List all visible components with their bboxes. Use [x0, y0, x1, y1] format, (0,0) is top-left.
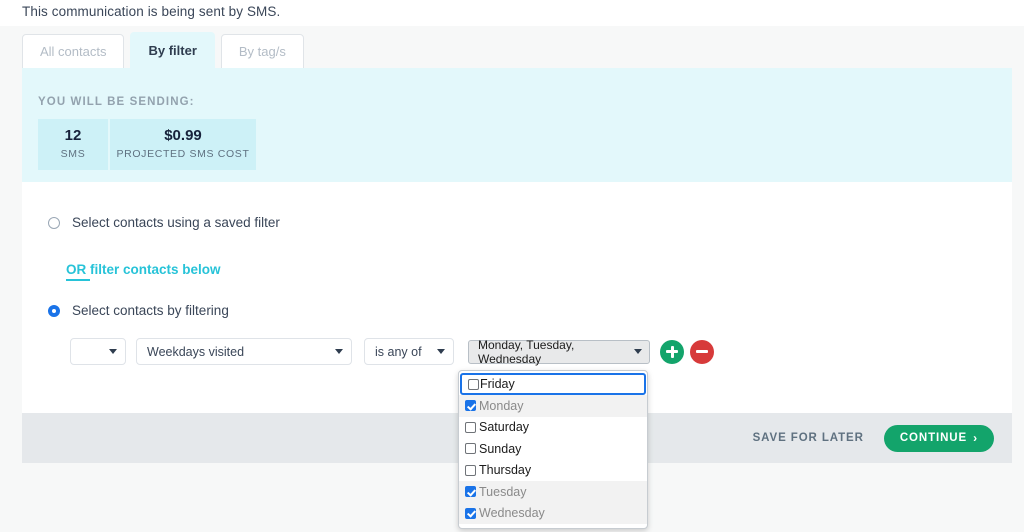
dropdown-option-tuesday[interactable]: Tuesday [459, 481, 647, 503]
dropdown-option-monday[interactable]: Monday [459, 395, 647, 417]
dropdown-option-monday-label: Monday [479, 398, 524, 413]
or-filter-contacts-link[interactable]: OR filter contacts below [66, 262, 221, 281]
tab-by-tags-label: By tag/s [238, 44, 286, 59]
dropdown-option-friday[interactable]: Friday [460, 373, 646, 395]
dropdown-option-tuesday-label: Tuesday [479, 484, 527, 499]
recipient-mode-tabs: All contacts By filter By tag/s [22, 32, 304, 69]
checkbox-icon[interactable] [468, 378, 479, 390]
option-filtering-label: Select contacts by filtering [72, 303, 229, 318]
filter-field-value: Weekdays visited [147, 344, 245, 359]
checkbox-checked-icon[interactable] [465, 507, 476, 519]
remove-filter-button[interactable] [690, 339, 714, 364]
sms-notice-text: This communication is being sent by SMS. [22, 4, 281, 19]
option-saved-filter[interactable]: Select contacts using a saved filter [48, 215, 280, 230]
filter-field-select[interactable]: Weekdays visited [136, 338, 352, 365]
add-filter-button[interactable] [660, 339, 684, 364]
checkbox-icon[interactable] [465, 464, 476, 476]
dropdown-option-wednesday-label: Wednesday [479, 506, 545, 521]
filter-values-multiselect[interactable]: Monday, Tuesday, Wednesday [468, 337, 650, 366]
chevron-down-icon [634, 349, 642, 354]
stat-sms-count: 12 SMS [38, 119, 108, 170]
dropdown-option-thursday-label: Thursday [479, 463, 532, 478]
chevron-right-icon: › [973, 431, 978, 445]
filter-connector-select[interactable] [70, 338, 126, 365]
dropdown-option-sunday-label: Sunday [479, 441, 522, 456]
continue-button-label: CONTINUE [899, 432, 968, 444]
page-root: This communication is being sent by SMS.… [0, 0, 1024, 532]
tab-by-filter-label: By filter [148, 43, 197, 58]
stat-sms-count-value: 12 [64, 127, 82, 144]
dropdown-option-thursday[interactable]: Thursday [459, 460, 647, 482]
dropdown-option-saturday[interactable]: Saturday [459, 417, 647, 439]
filter-values-value: Monday, Tuesday, Wednesday [478, 337, 575, 366]
tab-all-contacts-label: All contacts [40, 44, 107, 59]
tab-by-tags[interactable]: By tag/s [220, 34, 304, 69]
checkbox-checked-icon[interactable] [465, 486, 476, 498]
tab-by-filter[interactable]: By filter [130, 32, 215, 69]
checkbox-icon[interactable] [465, 443, 476, 455]
summary-stats: 12 SMS $0.99 PROJECTED SMS COST [38, 119, 256, 170]
minus-icon [696, 350, 708, 353]
dropdown-option-wednesday[interactable]: Wednesday [459, 502, 647, 524]
chevron-down-icon [437, 349, 445, 354]
tab-all-contacts[interactable]: All contacts [22, 34, 125, 69]
plus-icon [670, 345, 674, 358]
filter-builder-row: Weekdays visited is any of Monday, Tuesd… [70, 337, 714, 366]
stat-projected-cost-value: $0.99 [164, 127, 202, 144]
stat-projected-cost: $0.99 PROJECTED SMS COST [110, 119, 256, 170]
radio-saved-filter[interactable] [48, 216, 60, 229]
stat-sms-count-label: SMS [60, 148, 86, 160]
continue-button[interactable]: CONTINUE › [883, 424, 994, 452]
checkbox-checked-icon[interactable] [465, 400, 476, 412]
dropdown-option-friday-label: Friday [480, 377, 515, 391]
filter-operator-select[interactable]: is any of [364, 338, 454, 365]
stat-projected-cost-label: PROJECTED SMS COST [116, 148, 250, 160]
filter-operator-value: is any of [375, 344, 422, 359]
option-filtering[interactable]: Select contacts by filtering [48, 303, 229, 318]
save-for-later-button[interactable]: SAVE FOR LATER [753, 432, 864, 444]
checkbox-icon[interactable] [465, 421, 476, 433]
chevron-down-icon [335, 349, 343, 354]
radio-filtering[interactable] [48, 304, 60, 317]
summary-title: YOU WILL BE SENDING: [38, 96, 195, 108]
sending-summary-panel: YOU WILL BE SENDING: 12 SMS $0.99 PROJEC… [22, 68, 1012, 182]
dropdown-option-saturday-label: Saturday [479, 420, 530, 435]
chevron-down-icon [109, 349, 117, 354]
dropdown-option-sunday[interactable]: Sunday [459, 438, 647, 460]
option-saved-filter-label: Select contacts using a saved filter [72, 215, 280, 230]
weekdays-dropdown-list[interactable]: Friday Monday Saturday Sunday Thursday T… [458, 370, 648, 529]
